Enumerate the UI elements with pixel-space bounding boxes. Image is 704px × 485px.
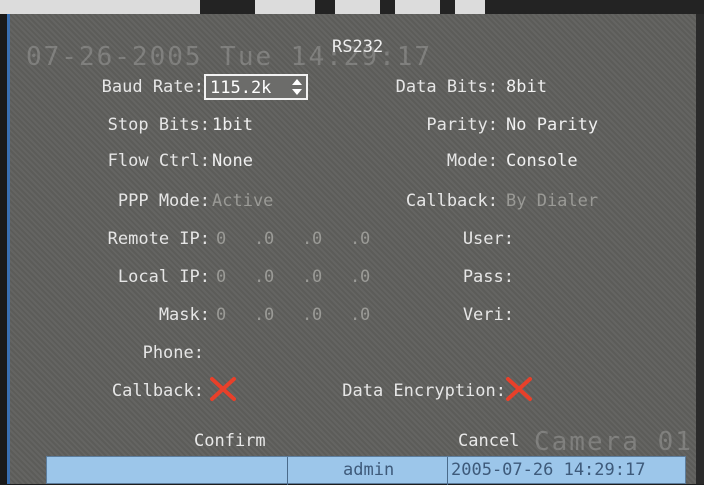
data-encryption-label: Data Encryption: [342, 381, 506, 401]
up-down-arrows-icon[interactable] [291, 78, 303, 96]
dvr-screen: 07-26-2005 Tue 14:29:17 Camera 01 RS232 … [0, 0, 704, 485]
local-ip-octet-4[interactable]: 0 [360, 266, 370, 288]
user-label: User: [462, 229, 514, 249]
status-divider [447, 457, 448, 485]
stop-bits-value[interactable]: 1bit [212, 114, 253, 136]
local-ip-dot-3: . [350, 267, 361, 287]
remote-ip-octet-3[interactable]: 0 [312, 228, 322, 250]
local-ip-octet-2[interactable]: 0 [264, 266, 274, 288]
right-edge [696, 14, 704, 484]
cancel-button[interactable]: Cancel [458, 430, 519, 452]
confirm-button[interactable]: Confirm [194, 430, 266, 452]
callback-type-label: Callback: [405, 191, 498, 211]
local-ip-dot-2: . [302, 267, 313, 287]
ppp-mode-value[interactable]: Active [212, 190, 273, 212]
camera-watermark: Camera 01 [534, 427, 693, 457]
local-ip-octet-1[interactable]: 0 [216, 266, 226, 288]
baud-rate-label: Baud Rate: [101, 77, 204, 97]
local-ip-label: Local IP: [117, 267, 210, 287]
data-encryption-red-x-icon[interactable] [504, 375, 534, 403]
remote-ip-dot-1: . [254, 229, 265, 249]
status-datetime: 2005-07-26 14:29:17 [451, 460, 646, 480]
veri-label: Veri: [462, 305, 514, 325]
mode-value[interactable]: Console [506, 150, 578, 172]
remote-ip-dot-3: . [350, 229, 361, 249]
mask-dot-3: . [350, 305, 361, 325]
local-ip-octet-3[interactable]: 0 [312, 266, 322, 288]
mask-octet-1[interactable]: 0 [216, 304, 226, 326]
status-user: admin [343, 460, 395, 480]
dialog-title: RS232 [332, 37, 384, 57]
remote-ip-octet-1[interactable]: 0 [216, 228, 226, 250]
flow-ctrl-value[interactable]: None [212, 150, 253, 172]
top-border [0, 0, 704, 14]
mask-octet-4[interactable]: 0 [360, 304, 370, 326]
ppp-mode-label: PPP Mode: [117, 191, 210, 211]
status-bar: admin 2005-07-26 14:29:17 [46, 456, 686, 485]
baud-rate-select[interactable]: 115.2k [204, 74, 308, 100]
mask-octet-2[interactable]: 0 [264, 304, 274, 326]
status-divider [287, 457, 288, 485]
stop-bits-label: Stop Bits: [107, 115, 210, 135]
remote-ip-dot-2: . [302, 229, 313, 249]
phone-label: Phone: [142, 343, 204, 363]
data-bits-value[interactable]: 8bit [506, 76, 547, 98]
remote-ip-octet-4[interactable]: 0 [360, 228, 370, 250]
flow-ctrl-label: Flow Ctrl: [107, 151, 210, 171]
remote-ip-octet-2[interactable]: 0 [264, 228, 274, 250]
data-bits-label: Data Bits: [395, 77, 498, 97]
callback-checkbox-label: Callback: [111, 381, 204, 401]
left-edge [0, 14, 10, 484]
remote-ip-label: Remote IP: [107, 229, 210, 249]
baud-rate-value: 115.2k [210, 78, 272, 98]
callback-red-x-icon[interactable] [208, 375, 238, 403]
mask-dot-2: . [302, 305, 313, 325]
mode-label: Mode: [446, 151, 498, 171]
callback-type-value[interactable]: By Dialer [506, 190, 598, 212]
parity-label: Parity: [426, 115, 498, 135]
mask-label: Mask: [158, 305, 210, 325]
local-ip-dot-1: . [254, 267, 265, 287]
pass-label: Pass: [462, 267, 514, 287]
mask-octet-3[interactable]: 0 [312, 304, 322, 326]
mask-dot-1: . [254, 305, 265, 325]
parity-value[interactable]: No Parity [506, 114, 598, 136]
